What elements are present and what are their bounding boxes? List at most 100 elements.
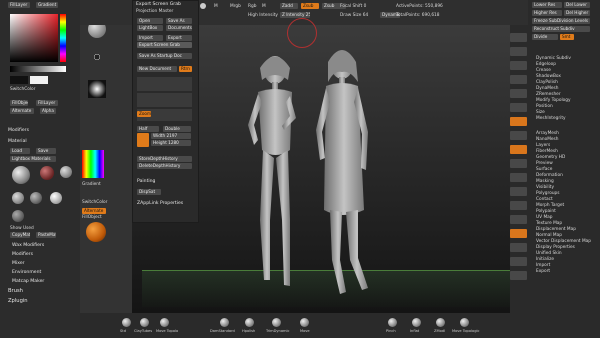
- zoom-icon[interactable]: [510, 75, 527, 84]
- claytubes-brush-icon[interactable]: [140, 318, 149, 327]
- polygroups-item[interactable]: Polygroups: [536, 191, 598, 196]
- fill-layer-button-2[interactable]: FillLayer: [36, 100, 58, 106]
- draw-label[interactable]: M: [214, 4, 218, 9]
- hue-slider[interactable]: [60, 14, 66, 62]
- width-slider[interactable]: Width 2197: [151, 133, 191, 139]
- focal-shift-label[interactable]: Focal Shift 0: [340, 4, 366, 9]
- z-intensity-slider[interactable]: Z Intensity 25: [280, 12, 310, 18]
- lightbox-materials-button[interactable]: Lightbox Materials: [10, 156, 56, 162]
- crease-item[interactable]: Crease: [536, 68, 596, 73]
- export-screen-grab-button[interactable]: Export Screen Grab: [137, 42, 192, 48]
- displacement-map-item[interactable]: Displacement Map: [536, 227, 598, 232]
- transp-icon[interactable]: [510, 243, 527, 252]
- polyf-icon[interactable]: [510, 229, 527, 238]
- edit-icon[interactable]: [200, 3, 206, 9]
- move-brush-icon[interactable]: [300, 318, 309, 327]
- position-item[interactable]: Position: [536, 104, 596, 109]
- rotate-icon[interactable]: [510, 215, 527, 224]
- switch-color-label[interactable]: SwitchColor: [10, 87, 35, 92]
- sculpt-models[interactable]: [230, 40, 400, 302]
- smt-button[interactable]: Smt: [560, 34, 574, 40]
- standard-brush-icon[interactable]: [122, 318, 131, 327]
- spix-icon[interactable]: [510, 47, 527, 56]
- orange-material-icon[interactable]: [86, 222, 106, 242]
- zapplink-properties-label[interactable]: ZAppLink Properties: [137, 201, 183, 206]
- material-2-icon[interactable]: [12, 192, 24, 204]
- local-icon[interactable]: [510, 145, 527, 154]
- divide-button[interactable]: Divide: [532, 34, 558, 40]
- morph-target-item[interactable]: Morph Target: [536, 203, 598, 208]
- freeze-subdivision-button[interactable]: Freeze SubDivision Levels: [532, 18, 590, 24]
- size-item[interactable]: Size: [536, 110, 596, 115]
- fill-object-button[interactable]: FillObject: [10, 100, 28, 106]
- rgb-label[interactable]: Rgb: [248, 4, 256, 9]
- show-used-label[interactable]: Show Used: [10, 226, 34, 231]
- aahalf-icon[interactable]: [510, 103, 527, 112]
- lightbox-button[interactable]: LightBox: [137, 25, 163, 31]
- polypaint-item[interactable]: Polypaint: [536, 209, 598, 214]
- move-icon[interactable]: [510, 187, 527, 196]
- modifiers-header[interactable]: Modifiers: [8, 128, 29, 133]
- fibermesh-item[interactable]: FiberMesh: [536, 149, 598, 154]
- female-figure-right[interactable]: [316, 50, 368, 294]
- lower-res-button[interactable]: Lower Res: [532, 2, 562, 8]
- material-header[interactable]: Material: [8, 139, 27, 144]
- export-button[interactable]: Export: [166, 35, 192, 41]
- layers-item[interactable]: Layers: [536, 143, 598, 148]
- zplugin-menu[interactable]: Zplugin: [8, 298, 28, 304]
- arraymesh-item[interactable]: ArrayMesh: [536, 131, 598, 136]
- material-4-icon[interactable]: [50, 192, 62, 204]
- export-item[interactable]: Export: [536, 269, 598, 274]
- modifiers-item[interactable]: Modifiers: [12, 252, 33, 257]
- fill-object-label[interactable]: FillObject: [82, 215, 102, 220]
- texture-map-item[interactable]: Texture Map: [536, 221, 598, 226]
- color-picker[interactable]: [10, 14, 58, 62]
- open-button[interactable]: Open: [137, 18, 163, 24]
- height-slider[interactable]: Height 1280: [151, 140, 191, 146]
- save-as-startup-doc-button[interactable]: Save As Startup Doc: [137, 53, 192, 59]
- zsub-button[interactable]: Zsub: [301, 3, 319, 9]
- contact-item[interactable]: Contact: [536, 197, 598, 202]
- gray-slider[interactable]: [10, 66, 66, 72]
- surface-item[interactable]: Surface: [536, 167, 598, 172]
- masking-item[interactable]: Masking: [536, 179, 598, 184]
- rtrn-button[interactable]: Rtrn: [179, 66, 192, 72]
- mrgb-label[interactable]: Mrgb: [230, 4, 241, 9]
- actual-icon[interactable]: [510, 89, 527, 98]
- display-button[interactable]: DispSat: [137, 189, 161, 195]
- scroll-icon[interactable]: [510, 61, 527, 70]
- projection-master-label[interactable]: Projection Master: [136, 9, 173, 14]
- delete-depth-history-button[interactable]: DeleteDepthHistory: [137, 163, 192, 169]
- damstandard-brush-icon[interactable]: [220, 318, 229, 327]
- load-material-button[interactable]: Load: [10, 148, 30, 154]
- import-item[interactable]: Import: [536, 263, 598, 268]
- del-lower-button[interactable]: Del Lower: [564, 2, 590, 8]
- unified-skin-item[interactable]: Unified Skin: [536, 251, 598, 256]
- wax-modifiers-item[interactable]: Wax Modifiers: [12, 243, 44, 248]
- switch-color-label-2[interactable]: SwitchColor: [82, 200, 107, 205]
- modify-topology-item[interactable]: Modify Topology: [536, 98, 596, 103]
- main-color-swatch[interactable]: [10, 76, 28, 84]
- texture-thumbnail-icon[interactable]: [82, 150, 104, 178]
- fill-layer-button[interactable]: FillLayer: [8, 2, 30, 8]
- xpose-icon[interactable]: [510, 271, 527, 280]
- trimdynamic-brush-icon[interactable]: [272, 318, 281, 327]
- claypolish-item[interactable]: ClayPolish: [536, 80, 596, 85]
- store-depth-history-button[interactable]: StoreDepthHistory: [137, 156, 192, 162]
- paste-mat-button[interactable]: PasteMat: [36, 232, 56, 238]
- material-sphere-icon[interactable]: [12, 166, 30, 184]
- preview-item[interactable]: Preview: [536, 161, 598, 166]
- shadowbox-item[interactable]: ShadowBox: [536, 74, 596, 79]
- inflat-brush-icon[interactable]: [412, 318, 421, 327]
- clear-button[interactable]: Alpha: [40, 108, 56, 114]
- floor-icon[interactable]: [510, 131, 527, 140]
- alpha-thumbnail-icon[interactable]: [88, 80, 106, 98]
- back-color-block[interactable]: [137, 77, 192, 91]
- red-material-icon[interactable]: [40, 166, 54, 180]
- visibility-item[interactable]: Visibility: [536, 185, 598, 190]
- secondary-color-swatch[interactable]: [30, 76, 48, 84]
- scale-icon[interactable]: [510, 201, 527, 210]
- vector-displacement-map-item[interactable]: Vector Displacement Map: [536, 239, 598, 244]
- initialize-item[interactable]: Initialize: [536, 257, 598, 262]
- uv-map-item[interactable]: UV Map: [536, 215, 598, 220]
